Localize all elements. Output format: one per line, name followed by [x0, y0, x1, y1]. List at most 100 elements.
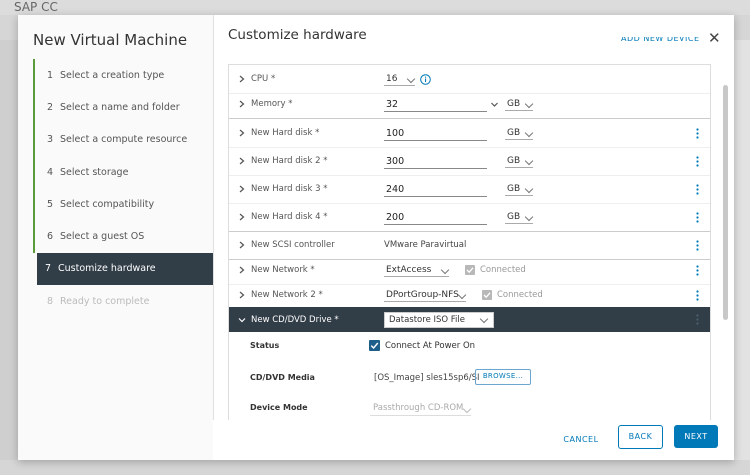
chevron-down-icon: [524, 99, 534, 109]
memory-input[interactable]: 32: [384, 97, 487, 112]
cd-status-row: Status Connect At Power On: [229, 332, 710, 362]
chevron-right-icon[interactable]: [238, 157, 246, 165]
step-2[interactable]: 2 Select a name and folder: [33, 91, 213, 124]
hard-disk-4-unit-select[interactable]: GB: [505, 210, 534, 224]
step-4[interactable]: 4 Select storage: [33, 155, 213, 189]
chevron-right-icon[interactable]: [238, 291, 246, 299]
chevron-down-icon: [524, 184, 534, 194]
chevron-right-icon[interactable]: [238, 266, 246, 274]
network-2-connected-checkbox[interactable]: [482, 290, 492, 300]
chevron-down-icon: [457, 290, 467, 300]
row-label: New Hard disk 4 *: [251, 212, 328, 222]
more-options-icon[interactable]: [696, 239, 699, 251]
hard-disk-2-size-input[interactable]: 300: [384, 154, 487, 169]
hard-disk-1-unit-select[interactable]: GB: [505, 126, 534, 140]
chevron-down-icon: [479, 314, 489, 323]
chevron-right-icon[interactable]: [238, 185, 246, 193]
scrollbar-thumb[interactable]: [723, 85, 728, 320]
check-icon: [370, 342, 379, 350]
device-mode-label: Device Mode: [250, 403, 308, 412]
step-label: Select a name and folder: [60, 101, 180, 113]
cd-device-mode-row: Device Mode Passthrough CD-ROM: [229, 394, 710, 421]
chevron-down-icon: [524, 212, 534, 222]
hardware-row-hard-disk-2: New Hard disk 2 * 300 GB: [229, 147, 710, 176]
chevron-down-icon: [406, 74, 416, 84]
step-6[interactable]: 6 Select a guest OS: [33, 220, 213, 253]
hard-disk-1-size-input[interactable]: 100: [384, 126, 487, 141]
row-label: New Hard disk *: [251, 128, 320, 138]
chevron-down-icon: [524, 128, 534, 138]
scsi-controller-type: VMware Paravirtual: [384, 240, 467, 250]
row-label: New Hard disk 2 *: [251, 156, 328, 166]
chevron-down-icon: [440, 265, 450, 275]
more-options-icon[interactable]: [696, 127, 699, 139]
background-tab: SAP CC: [14, 0, 58, 14]
step-label: Select a guest OS: [60, 231, 145, 243]
cancel-button[interactable]: CANCEL: [561, 430, 601, 450]
customize-hardware-panel: Customize hardware ADD NEW DEVICE ✕ CPU …: [213, 15, 734, 460]
hard-disk-3-size-input[interactable]: 240: [384, 182, 487, 197]
network-1-select[interactable]: ExtAccess: [384, 263, 450, 277]
row-label: New Network *: [251, 265, 315, 275]
row-label: Memory *: [251, 99, 293, 109]
wizard-title: New Virtual Machine: [33, 31, 188, 49]
step-3[interactable]: 3 Select a compute resource: [33, 123, 213, 156]
memory-unit-select[interactable]: GB: [505, 97, 534, 111]
network-1-connected-checkbox[interactable]: [465, 265, 475, 275]
step-1[interactable]: 1 Select a creation type: [33, 59, 213, 92]
chevron-right-icon[interactable]: [238, 100, 246, 108]
cpu-select[interactable]: 16: [384, 72, 416, 86]
add-new-device-link[interactable]: ADD NEW DEVICE: [621, 37, 700, 45]
chevron-right-icon[interactable]: [238, 75, 246, 83]
wizard-steps-panel: New Virtual Machine 1 Select a creation t…: [18, 15, 214, 460]
step-7-active[interactable]: 7 Customize hardware: [37, 252, 213, 286]
info-icon[interactable]: [420, 73, 431, 85]
step-label: Select a compute resource: [60, 134, 188, 146]
more-options-icon[interactable]: [696, 314, 699, 325]
chevron-down-icon[interactable]: [491, 101, 498, 108]
hardware-row-hard-disk-3: New Hard disk 3 * 240 GB: [229, 175, 710, 204]
chevron-down-icon: [524, 156, 534, 166]
more-options-icon[interactable]: [696, 289, 699, 301]
more-options-icon[interactable]: [696, 155, 699, 167]
step-5[interactable]: 5 Select compatibility: [33, 188, 213, 221]
hardware-row-cd-dvd-drive: New CD/DVD Drive * Datastore ISO File: [229, 307, 710, 332]
device-mode-select[interactable]: Passthrough CD-ROM: [370, 402, 472, 416]
hardware-row-network-2: New Network 2 * DPortGroup-NFS Connected: [229, 281, 710, 310]
step-label: Select compatibility: [60, 198, 155, 210]
hard-disk-4-size-input[interactable]: 200: [384, 210, 487, 225]
back-button[interactable]: BACK: [618, 425, 663, 449]
hard-disk-2-unit-select[interactable]: GB: [505, 154, 534, 168]
more-options-icon[interactable]: [696, 183, 699, 195]
network-2-select[interactable]: DPortGroup-NFS: [384, 288, 467, 302]
check-icon: [483, 292, 491, 299]
cd-dvd-media-label: CD/DVD Media: [250, 373, 315, 382]
background-right-panel: [734, 40, 750, 460]
row-label: CPU *: [251, 74, 276, 84]
browse-button[interactable]: BROWSE...: [475, 369, 531, 385]
connect-at-power-on-checkbox[interactable]: [369, 340, 380, 351]
check-icon: [466, 267, 474, 274]
chevron-down-icon: [462, 404, 472, 414]
step-label: Select a creation type: [60, 69, 165, 81]
hard-disk-3-unit-select[interactable]: GB: [505, 182, 534, 196]
row-label: New Network 2 *: [251, 290, 323, 300]
background-header: SAP CC: [0, 0, 750, 15]
cd-dvd-type-select[interactable]: Datastore ISO File: [384, 311, 494, 328]
step-label: Customize hardware: [58, 263, 156, 275]
cd-dvd-media-path: [OS_Image] sles15sp6/SI: [374, 373, 480, 383]
close-icon[interactable]: ✕: [708, 31, 721, 46]
step-8: 8 Ready to complete: [47, 295, 150, 307]
wizard-steps: 1 Select a creation type 2 Select a name a…: [33, 59, 213, 317]
new-vm-dialog: New Virtual Machine 1 Select a creation t…: [18, 15, 734, 460]
more-options-icon[interactable]: [696, 264, 699, 276]
chevron-right-icon[interactable]: [238, 213, 246, 221]
chevron-down-icon[interactable]: [238, 316, 246, 324]
more-options-icon[interactable]: [696, 211, 699, 223]
hardware-row-hard-disk-1: New Hard disk * 100 GB: [229, 119, 710, 148]
chevron-right-icon[interactable]: [238, 129, 246, 137]
chevron-right-icon[interactable]: [238, 241, 246, 249]
status-label: Status: [250, 341, 280, 350]
connected-label: Connected: [480, 265, 526, 275]
next-button[interactable]: NEXT: [674, 425, 718, 448]
